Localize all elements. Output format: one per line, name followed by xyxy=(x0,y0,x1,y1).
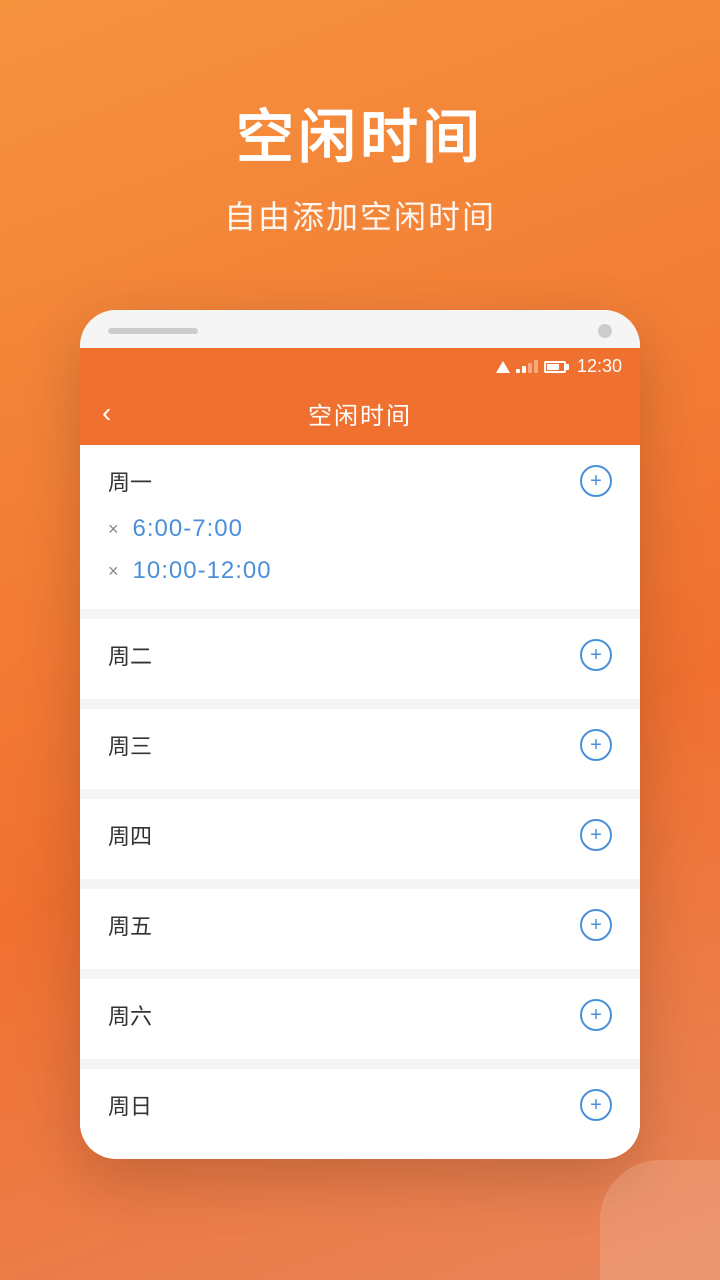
day-header-saturday: 周六 + xyxy=(108,999,612,1039)
day-label-thursday: 周四 xyxy=(108,819,152,851)
battery-icon xyxy=(544,361,569,373)
app-header: ‹ 空闲时间 xyxy=(80,381,640,445)
status-bar: 12:30 xyxy=(80,348,640,381)
day-section-wednesday: 周三 + xyxy=(80,709,640,789)
add-button-friday[interactable]: + xyxy=(580,909,612,941)
add-button-thursday[interactable]: + xyxy=(580,819,612,851)
status-icons xyxy=(496,360,569,373)
day-section-monday: 周一 + × 6:00-7:00 × 10:00-12:00 xyxy=(80,445,640,609)
day-label-tuesday: 周二 xyxy=(108,639,152,671)
time-range-monday-0: 6:00-7:00 xyxy=(133,515,243,543)
day-header-friday: 周五 + xyxy=(108,909,612,949)
day-label-sunday: 周日 xyxy=(108,1089,152,1121)
day-header-sunday: 周日 + xyxy=(108,1089,612,1129)
day-label-friday: 周五 xyxy=(108,909,152,941)
day-section-sunday: 周日 + xyxy=(80,1069,640,1149)
time-range-monday-1: 10:00-12:00 xyxy=(133,557,272,585)
remove-button-monday-1[interactable]: × xyxy=(108,561,119,582)
add-button-saturday[interactable]: + xyxy=(580,999,612,1031)
time-slot-monday-1: × 10:00-12:00 xyxy=(108,547,612,589)
day-header-thursday: 周四 + xyxy=(108,819,612,859)
phone-notch xyxy=(108,328,198,334)
add-button-monday[interactable]: + xyxy=(580,465,612,497)
signal-icon xyxy=(516,360,538,373)
add-button-wednesday[interactable]: + xyxy=(580,729,612,761)
phone-camera xyxy=(598,324,612,338)
day-header-tuesday: 周二 + xyxy=(108,639,612,679)
add-button-sunday[interactable]: + xyxy=(580,1089,612,1121)
day-header-wednesday: 周三 + xyxy=(108,729,612,769)
phone-top-bar xyxy=(80,310,640,348)
page-main-title: 空闲时间 xyxy=(0,90,720,174)
content-area: 周一 + × 6:00-7:00 × 10:00-12:00 周二 + 周三 + xyxy=(80,445,640,1149)
app-header-title: 空闲时间 xyxy=(308,396,412,431)
time-slot-monday-0: × 6:00-7:00 xyxy=(108,505,612,547)
wifi-icon xyxy=(496,361,510,373)
day-label-monday: 周一 xyxy=(108,465,152,497)
remove-button-monday-0[interactable]: × xyxy=(108,519,119,540)
day-label-wednesday: 周三 xyxy=(108,729,152,761)
add-button-tuesday[interactable]: + xyxy=(580,639,612,671)
page-sub-title: 自由添加空闲时间 xyxy=(0,192,720,238)
day-section-saturday: 周六 + xyxy=(80,979,640,1059)
status-time: 12:30 xyxy=(577,356,622,377)
day-header-monday: 周一 + xyxy=(108,465,612,505)
bottom-decoration xyxy=(600,1160,720,1280)
day-section-friday: 周五 + xyxy=(80,889,640,969)
back-button[interactable]: ‹ xyxy=(102,397,111,429)
day-section-tuesday: 周二 + xyxy=(80,619,640,699)
day-section-thursday: 周四 + xyxy=(80,799,640,879)
phone-mockup: 12:30 ‹ 空闲时间 周一 + × 6:00-7:00 × 10:00-12… xyxy=(80,310,640,1159)
day-label-saturday: 周六 xyxy=(108,999,152,1031)
